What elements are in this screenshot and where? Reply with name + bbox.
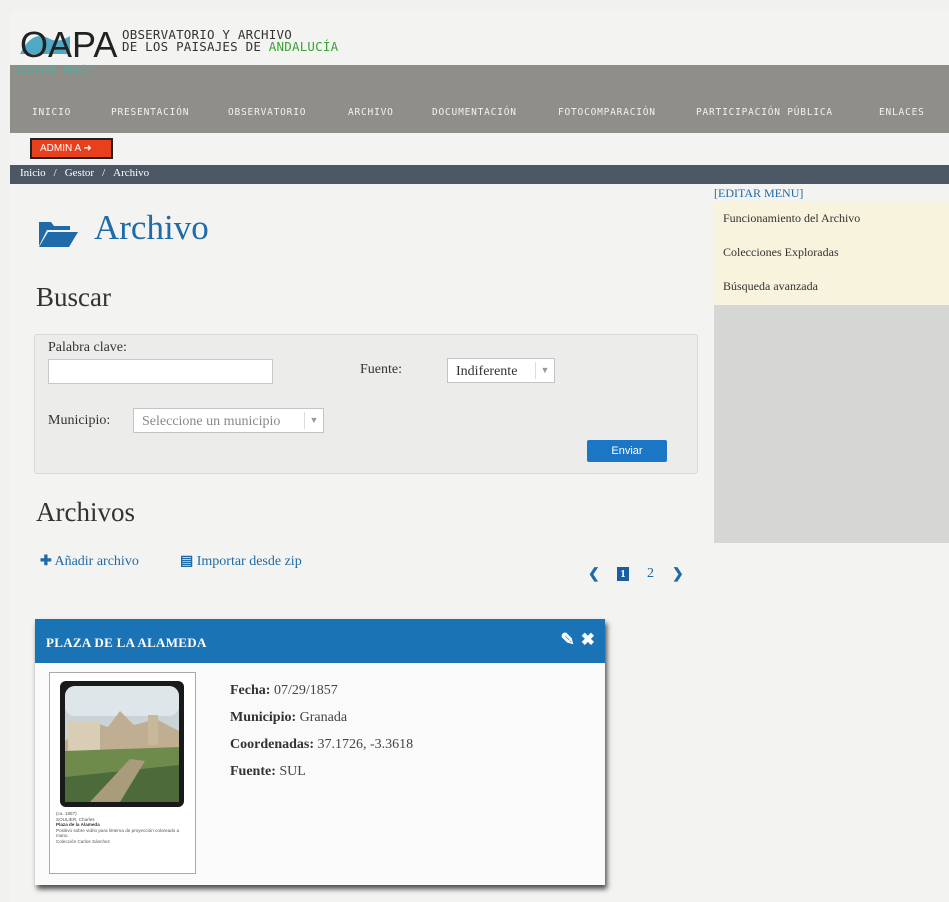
close-icon[interactable]: ✖ bbox=[581, 630, 595, 649]
detail-coordinates: Coordenadas: 37.1726, -3.3618 bbox=[230, 737, 413, 764]
detail-date-value: 07/29/1857 bbox=[273, 683, 338, 698]
add-file-label: Añadir archivo bbox=[54, 554, 139, 569]
page-title: Archivo bbox=[94, 208, 209, 247]
sidebar-menu: Funcionamiento del Archivo Colecciones E… bbox=[714, 201, 949, 305]
arrow-right-icon: ➜ bbox=[83, 143, 92, 154]
detail-date: Fecha: 07/29/1857 bbox=[230, 683, 413, 710]
sidebar-panel bbox=[714, 305, 949, 543]
chevron-right-icon[interactable]: ❯ bbox=[672, 566, 684, 583]
files-heading: Archivos bbox=[36, 497, 135, 527]
municipality-label: Municipio: bbox=[48, 413, 111, 428]
nav-item-fotocomparacion[interactable]: FOTOCOMPARACIÓN bbox=[558, 107, 656, 118]
admin-button[interactable]: ADMIN A ➜ bbox=[30, 138, 113, 159]
archive-card: PLAZA DE LA ALAMEDA ✎ ✖ (ca. 1857) SOULIE… bbox=[35, 619, 605, 885]
import-zip-label: Importar desde zip bbox=[196, 554, 302, 569]
chevron-left-icon[interactable]: ❮ bbox=[588, 566, 600, 583]
detail-coordinates-value: 37.1726, -3.3618 bbox=[317, 737, 414, 752]
card-details: Fecha: 07/29/1857 Municipio: Granada Coo… bbox=[230, 683, 413, 791]
chevron-down-icon: ▼ bbox=[304, 412, 323, 429]
admin-button-label: ADMIN A bbox=[40, 143, 81, 154]
site-title-line2-prefix: DE LOS PAISAJES DE bbox=[122, 39, 269, 54]
detail-municipality-value: Granada bbox=[299, 710, 348, 725]
card-thumbnail[interactable]: (ca. 1857) SOULIER, Charles Plaza de la … bbox=[49, 672, 196, 874]
logo-wordmark: OAPA bbox=[20, 24, 117, 60]
caption-description: Positivo sobre vidrio para linterna de p… bbox=[56, 827, 180, 839]
detail-source-value: SUL bbox=[279, 764, 306, 779]
card-title[interactable]: PLAZA DE LA ALAMEDA bbox=[46, 635, 207, 651]
sidebar-item-colecciones[interactable]: Colecciones Exploradas bbox=[723, 245, 839, 260]
detail-source: Fuente: SUL bbox=[230, 764, 413, 791]
detail-municipality: Municipio: Granada bbox=[230, 710, 413, 737]
keyword-input[interactable] bbox=[48, 359, 273, 384]
nav-item-participacion-publica[interactable]: PARTICIPACIÓN PÚBLICA bbox=[696, 107, 833, 118]
breadcrumb-item-gestor[interactable]: Gestor bbox=[65, 167, 94, 179]
sidebar-item-busqueda-avanzada[interactable]: Búsqueda avanzada bbox=[723, 279, 818, 294]
nav-item-enlaces[interactable]: ENLACES bbox=[879, 107, 925, 118]
edit-menu-link-sidebar[interactable]: [EDITAR MENU] bbox=[714, 186, 803, 201]
source-select-value: Indiferente bbox=[456, 364, 518, 379]
chevron-down-icon: ▼ bbox=[535, 362, 554, 379]
caption-collection: Colección Carlos Sánchez bbox=[56, 838, 110, 844]
nav-item-documentacion[interactable]: DOCUMENTACIÓN bbox=[432, 107, 517, 118]
import-zip-button[interactable]: ▤ Importar desde zip bbox=[180, 553, 302, 570]
edit-menu-link-top[interactable]: [EDITAR MENÚ] bbox=[16, 66, 93, 76]
thumbnail-photo bbox=[60, 681, 184, 807]
breadcrumb-item-inicio[interactable]: Inicio bbox=[20, 167, 46, 179]
nav-item-observatorio[interactable]: OBSERVATORIO bbox=[228, 107, 306, 118]
add-file-button[interactable]: ✚ Añadir archivo bbox=[40, 553, 139, 570]
plus-icon: ✚ bbox=[40, 554, 52, 569]
submit-button[interactable]: Enviar bbox=[587, 440, 667, 462]
breadcrumb: Inicio / Gestor / Archivo bbox=[10, 165, 949, 184]
nav-item-inicio[interactable]: INICIO bbox=[32, 107, 71, 118]
page-current[interactable]: 1 bbox=[617, 567, 629, 581]
search-heading: Buscar bbox=[36, 282, 111, 312]
breadcrumb-item-archivo: Archivo bbox=[113, 167, 150, 179]
folder-open-icon bbox=[39, 222, 78, 247]
sidebar-item-funcionamiento[interactable]: Funcionamiento del Archivo bbox=[723, 211, 860, 226]
detail-coordinates-key: Coordenadas: bbox=[230, 737, 315, 752]
source-label: Fuente: bbox=[360, 362, 402, 377]
card-header: PLAZA DE LA ALAMEDA ✎ ✖ bbox=[35, 619, 605, 663]
site-header: OAPA OBSERVATORIO Y ARCHIVO DE LOS PAISA… bbox=[10, 10, 949, 65]
municipality-select-placeholder: Seleccione un municipio bbox=[142, 414, 281, 429]
detail-date-key: Fecha: bbox=[230, 683, 271, 698]
page: OAPA OBSERVATORIO Y ARCHIVO DE LOS PAISA… bbox=[10, 10, 949, 902]
search-form: Palabra clave: Fuente: Indiferente ▼ Mun… bbox=[34, 334, 698, 474]
thumbnail-caption: (ca. 1857) SOULIER, Charles Plaza de la … bbox=[56, 811, 192, 845]
detail-municipality-key: Municipio: bbox=[230, 710, 297, 725]
municipality-select[interactable]: Seleccione un municipio ▼ bbox=[133, 408, 324, 433]
nav-item-archivo[interactable]: ARCHIVO bbox=[348, 107, 394, 118]
main-navbar: INICIO PRESENTACIÓN OBSERVATORIO ARCHIVO… bbox=[10, 65, 949, 133]
keyword-label: Palabra clave: bbox=[48, 340, 127, 355]
detail-source-key: Fuente: bbox=[230, 764, 276, 779]
site-logo[interactable]: OAPA bbox=[18, 24, 126, 60]
archive-box-icon: ▤ bbox=[180, 554, 194, 569]
site-title-accent: ANDALUCÍA bbox=[268, 39, 339, 54]
site-title-line2: DE LOS PAISAJES DE ANDALUCÍA bbox=[122, 39, 339, 54]
source-select[interactable]: Indiferente ▼ bbox=[447, 358, 555, 383]
edit-icon[interactable]: ✎ bbox=[561, 630, 575, 649]
nav-item-presentacion[interactable]: PRESENTACIÓN bbox=[111, 107, 189, 118]
page-next-number[interactable]: 2 bbox=[647, 566, 654, 582]
site-title: OBSERVATORIO Y ARCHIVO DE LOS PAISAJES D… bbox=[122, 28, 339, 54]
